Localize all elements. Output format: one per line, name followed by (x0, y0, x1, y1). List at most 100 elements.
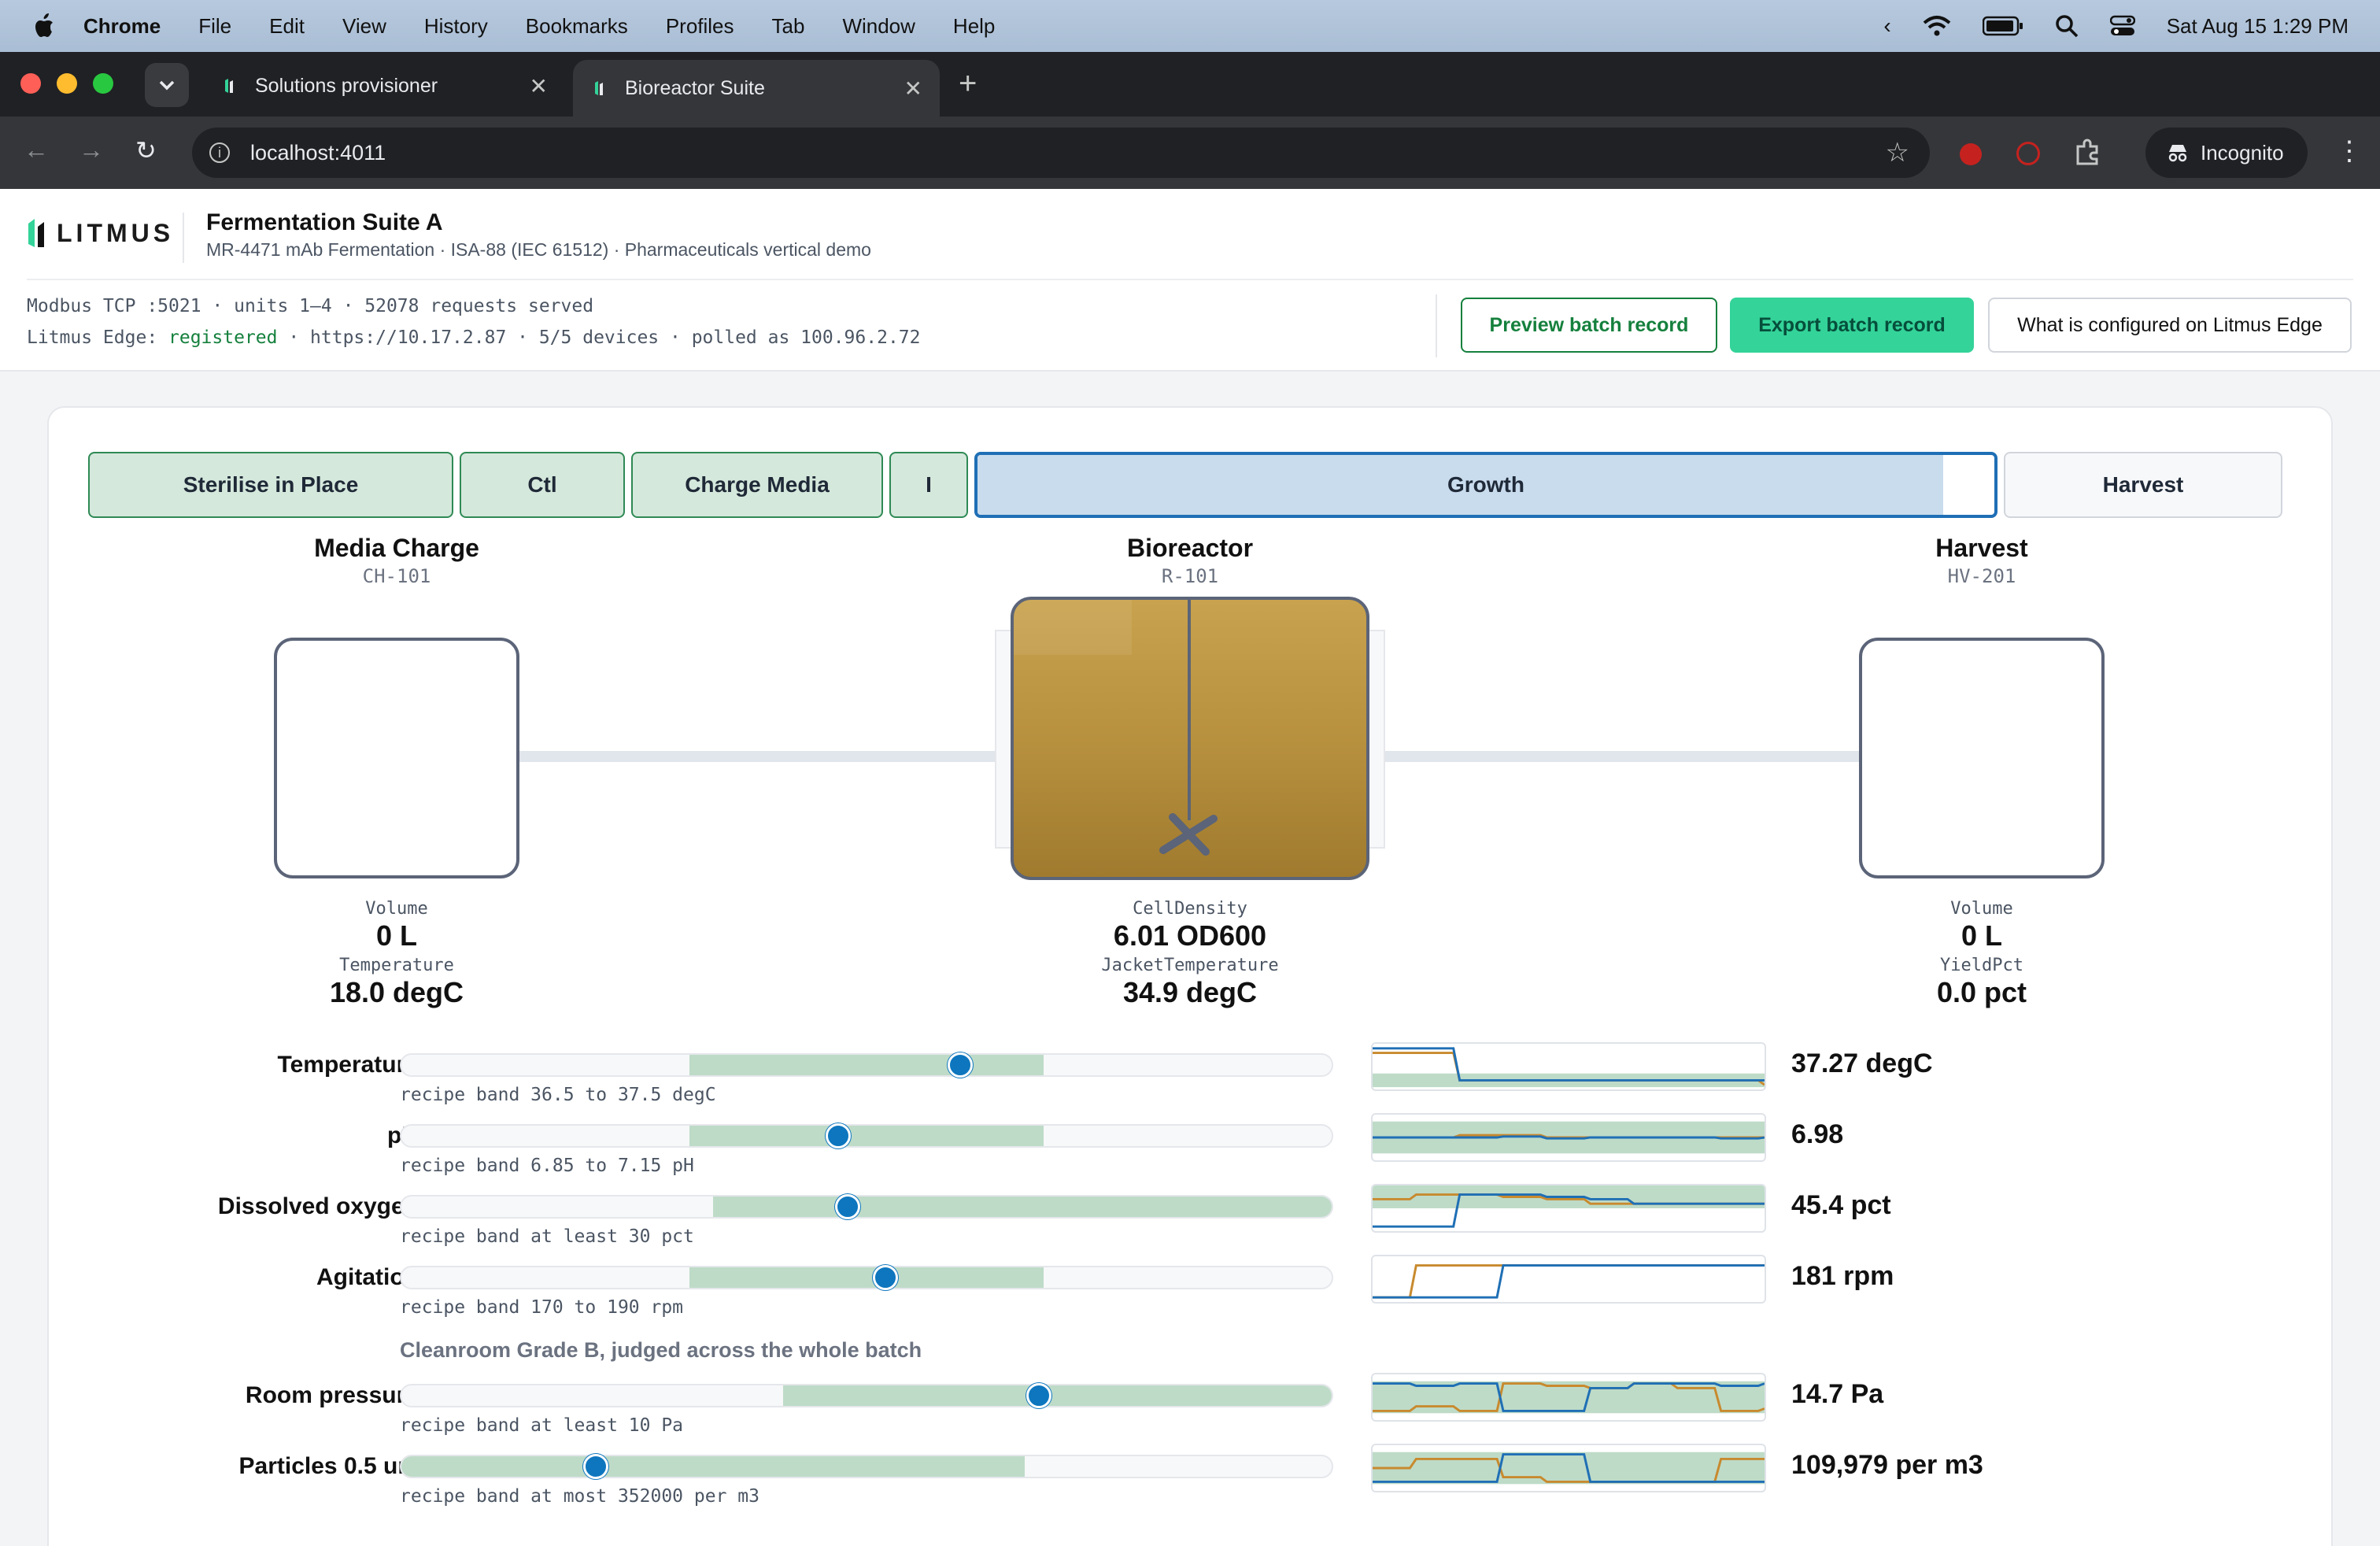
param-current-value: 109,979 per m3 (1791, 1450, 1983, 1480)
phase-charge-media[interactable]: Charge Media (631, 452, 883, 518)
phase-sterilise-in-place[interactable]: Sterilise in Place (88, 452, 453, 518)
edge-status-details: · https://10.17.2.87 · 5/5 devices · pol… (277, 327, 921, 348)
search-icon[interactable] (2055, 14, 2079, 38)
recipe-band (689, 1055, 1044, 1075)
phase-ctl[interactable]: Ctl (460, 452, 625, 518)
menu-view[interactable]: View (342, 14, 386, 39)
reactor-metric2-value: 34.9 degC (1122, 976, 1258, 1008)
param-slider-agitation[interactable] (400, 1266, 1333, 1289)
menu-window[interactable]: Window (842, 14, 915, 39)
param-name-particles-0-5-um: Particles 0.5 um (238, 1453, 419, 1479)
extension-record-icon[interactable] (2016, 142, 2040, 165)
recipe-band (712, 1196, 1332, 1217)
param-current-value: 37.27 degC (1791, 1049, 1933, 1078)
menu-tab[interactable]: Tab (772, 14, 805, 39)
phase-label: Sterilise in Place (183, 472, 359, 497)
recipe-band (689, 1267, 1044, 1288)
param-current-value: 45.4 pct (1791, 1190, 1891, 1220)
app-header: LITMUS Fermentation Suite A MR-4471 mAb … (0, 189, 2380, 372)
phase-label: Ctl (527, 472, 557, 497)
media-charge-vessel[interactable] (274, 638, 519, 878)
phase-harvest[interactable]: Harvest (2004, 452, 2282, 518)
chevron-left-icon[interactable]: ‹ (1883, 13, 1890, 39)
extensions-puzzle-icon[interactable] (2073, 139, 2101, 167)
menu-file[interactable]: File (198, 14, 231, 39)
phase-label: Charge Media (685, 472, 830, 497)
site-info-icon[interactable]: i (209, 142, 230, 163)
chevron-down-icon (159, 80, 175, 91)
battery-icon[interactable] (1982, 16, 2023, 36)
litmus-favicon-icon (225, 79, 233, 93)
reactor-metric2-label: JacketTemperature (1101, 956, 1279, 975)
phase-i[interactable]: I (889, 452, 968, 518)
recipe-band (401, 1456, 1025, 1477)
phase-growth[interactable]: Growth (974, 452, 1998, 518)
tab-label: Solutions provisioner (255, 74, 438, 97)
window-close-button[interactable] (20, 73, 41, 94)
param-current-value: 14.7 Pa (1791, 1379, 1884, 1409)
edge-configuration-button[interactable]: What is configured on Litmus Edge (1988, 298, 2352, 353)
export-batch-record-button[interactable]: Export batch record (1730, 298, 1974, 353)
browser-menu-icon[interactable]: ⋮ (2336, 135, 2363, 167)
param-band-text: recipe band 36.5 to 37.5 degC (400, 1085, 716, 1105)
harvest-vessel[interactable] (1859, 638, 2105, 878)
tab-close-icon[interactable]: ✕ (530, 73, 548, 99)
menubar-status-area: ‹ Sat Aug 15 1:29 PM (1883, 0, 2349, 52)
param-level-marker[interactable] (947, 1052, 973, 1078)
incognito-indicator[interactable]: Incognito (2145, 128, 2308, 178)
transfer-pipe-in (518, 751, 996, 762)
litmus-logo-icon (28, 219, 44, 247)
back-icon[interactable]: ← (24, 135, 49, 165)
param-name-room-pressure: Room pressure (245, 1382, 419, 1408)
tab-search-button[interactable] (145, 63, 189, 107)
window-zoom-button[interactable] (93, 73, 113, 94)
param-level-marker[interactable] (872, 1265, 898, 1290)
tab-solutions-provisioner[interactable]: Solutions provisioner ✕ (203, 60, 565, 112)
control-center-icon[interactable] (2109, 15, 2135, 37)
param-trend-sparkline (1371, 1113, 1766, 1162)
menu-edit[interactable]: Edit (269, 14, 305, 39)
wifi-icon[interactable] (1923, 15, 1951, 37)
param-level-marker[interactable] (583, 1454, 609, 1479)
recipe-band (782, 1385, 1332, 1406)
menu-history[interactable]: History (424, 14, 488, 39)
header-rule (27, 279, 2353, 280)
menu-profiles[interactable]: Profiles (666, 14, 734, 39)
menu-help[interactable]: Help (953, 14, 995, 39)
reactor-metric1-value: 6.01 OD600 (1113, 919, 1267, 952)
bookmark-star-icon[interactable]: ☆ (1886, 137, 1909, 168)
menubar-clock[interactable]: Sat Aug 15 1:29 PM (2167, 14, 2349, 39)
param-slider-room-pressure[interactable] (400, 1384, 1333, 1407)
extension-block-icon[interactable] (1960, 143, 1982, 165)
tab-close-icon[interactable]: ✕ (904, 76, 922, 102)
transfer-pipe-out (1384, 751, 1867, 762)
param-slider-temperature[interactable] (400, 1053, 1333, 1077)
litmus-favicon-icon (595, 81, 603, 95)
tab-bioreactor-suite[interactable]: Bioreactor Suite ✕ (573, 60, 940, 117)
menu-bookmarks[interactable]: Bookmarks (526, 14, 628, 39)
harvest-metric2-label: YieldPct (1940, 956, 2023, 975)
reactor-jacket-left (995, 630, 1012, 849)
litmus-logo[interactable]: LITMUS (27, 216, 174, 250)
new-tab-button[interactable]: + (959, 66, 977, 102)
preview-batch-record-button[interactable]: Preview batch record (1461, 298, 1717, 353)
cleanroom-note: Cleanroom Grade B, judged across the who… (400, 1338, 922, 1362)
param-slider-dissolved-oxygen[interactable] (400, 1195, 1333, 1219)
reactor-jacket-right (1368, 630, 1385, 849)
apple-icon[interactable] (31, 13, 55, 39)
reactor-metric1-label: CellDensity (1133, 899, 1247, 919)
param-slider-ph[interactable] (400, 1124, 1333, 1148)
param-name-dissolved-oxygen: Dissolved oxygen (217, 1193, 419, 1219)
param-trend-sparkline (1371, 1444, 1766, 1492)
param-current-value: 6.98 (1791, 1119, 1844, 1149)
page-subtitle: MR-4471 mAb Fermentation · ISA-88 (IEC 6… (206, 239, 871, 260)
media-metric1-label: Volume (365, 899, 428, 919)
forward-icon[interactable]: → (79, 135, 104, 165)
impeller-icon (1159, 813, 1218, 856)
window-minimize-button[interactable] (57, 73, 77, 94)
reload-icon[interactable]: ↻ (135, 135, 157, 165)
bioreactor-tag: R-101 (1161, 565, 1219, 587)
address-bar[interactable]: i localhost:4011 ☆ (192, 128, 1930, 178)
menu-app-name[interactable]: Chrome (83, 14, 161, 39)
param-slider-particles-0-5-um[interactable] (400, 1455, 1333, 1478)
